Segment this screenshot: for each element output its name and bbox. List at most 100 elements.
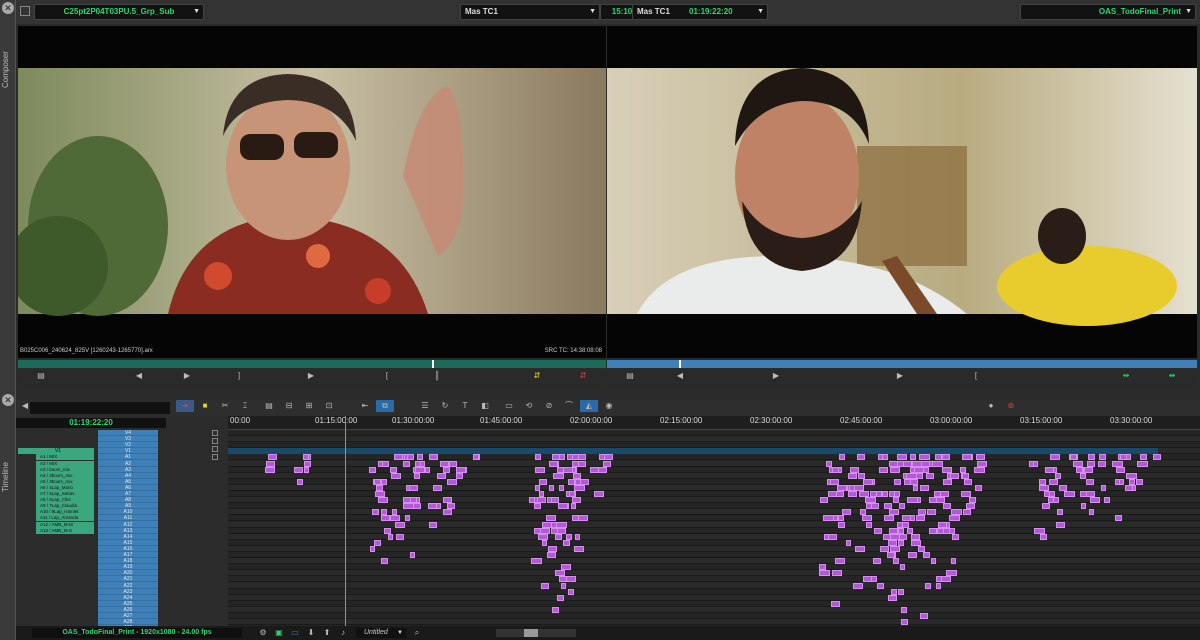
audio-clip[interactable] [889, 545, 900, 552]
audio-clip[interactable] [950, 558, 957, 565]
audio-clip[interactable] [936, 582, 942, 589]
record-track-a17[interactable]: A17 [98, 552, 158, 558]
audio-clip[interactable] [384, 527, 392, 534]
audio-clip[interactable] [976, 454, 986, 461]
audio-clip[interactable] [835, 491, 844, 497]
audio-clip[interactable] [409, 552, 415, 558]
composer-side-tab[interactable]: ✕ Composer [0, 0, 16, 392]
audio-clip[interactable] [1041, 503, 1050, 510]
step-forward-icon[interactable]: ▶ [178, 370, 196, 382]
audio-clip[interactable] [406, 454, 414, 461]
audio-clip[interactable] [574, 545, 584, 552]
audio-icon[interactable]: ♪ [334, 627, 352, 639]
source-track-v1[interactable]: V1 [18, 448, 94, 455]
record-track-a23[interactable]: A23 [98, 589, 158, 595]
audio-clip[interactable] [303, 466, 310, 473]
audio-clip[interactable] [960, 491, 972, 497]
audio-clip[interactable] [848, 491, 858, 497]
audio-clip[interactable] [1136, 478, 1143, 485]
add-edit-icon[interactable]: ⊞ [300, 400, 318, 412]
audio-clip[interactable] [1076, 466, 1083, 473]
audio-clip[interactable] [417, 454, 424, 461]
audio-clip[interactable] [872, 558, 882, 565]
record-track-a12[interactable]: A12 [98, 522, 158, 528]
audio-clip[interactable] [1044, 491, 1050, 497]
audio-clip[interactable] [830, 478, 839, 485]
record-track-a8[interactable]: A8 [98, 497, 158, 504]
audio-clip[interactable] [1125, 472, 1137, 479]
audio-clip[interactable] [897, 454, 907, 461]
source-audio-track[interactable]: A7 / 5Lap_Sebas [36, 491, 94, 497]
audio-clip[interactable] [381, 460, 389, 467]
record-track-v3[interactable]: V3 [98, 436, 158, 443]
audio-clip[interactable] [928, 527, 938, 534]
audio-clip[interactable] [549, 460, 558, 467]
source-audio-track[interactable]: A5 / 3boom_mix [36, 478, 94, 485]
audio-clip[interactable] [823, 515, 834, 522]
audio-clip[interactable] [938, 521, 947, 528]
audio-clip[interactable] [473, 454, 480, 461]
timeline-lane[interactable] [228, 460, 1200, 467]
audio-clip[interactable] [975, 484, 982, 491]
audio-clip[interactable] [932, 460, 944, 467]
eye-icon[interactable]: ◉ [600, 400, 618, 412]
match-frame-icon[interactable]: ⊟ [280, 400, 298, 412]
audio-clip[interactable] [888, 527, 898, 534]
audio-clip[interactable] [533, 503, 541, 510]
audio-clip[interactable] [888, 594, 897, 601]
audio-clip[interactable] [935, 497, 946, 504]
audio-clip[interactable] [883, 515, 895, 522]
audio-clip[interactable] [1056, 509, 1063, 516]
audio-clip[interactable] [889, 533, 900, 540]
audio-clip[interactable] [941, 576, 951, 583]
audio-clip[interactable] [849, 466, 859, 473]
audio-clip[interactable] [571, 454, 579, 461]
audio-clip[interactable] [1058, 484, 1067, 491]
timeline-area[interactable]: 00:00 01:15:00:00 01:30:00:00 01:45:00:00 02… [228, 416, 1200, 626]
audio-clip[interactable] [820, 497, 829, 504]
audio-clip[interactable] [556, 521, 567, 528]
audio-clip[interactable] [819, 570, 830, 577]
audio-clip[interactable] [446, 503, 456, 510]
record-track-a18[interactable]: A18 [98, 558, 158, 565]
audio-clip[interactable] [909, 478, 918, 485]
audio-clip[interactable] [545, 515, 556, 522]
audio-clip[interactable] [907, 497, 918, 504]
audio-clip[interactable] [456, 466, 466, 473]
sliders-icon[interactable]: ☰ [416, 400, 434, 412]
audio-clip[interactable] [572, 460, 579, 467]
audio-clip[interactable] [941, 454, 950, 461]
audio-clip[interactable] [456, 472, 463, 479]
track-lock-column[interactable] [212, 430, 220, 460]
audio-clip[interactable] [436, 472, 446, 479]
audio-clip[interactable] [918, 509, 927, 516]
audio-clip[interactable] [1086, 460, 1096, 467]
audio-clip[interactable] [949, 527, 955, 534]
top-icon[interactable]: ⇤ [356, 400, 374, 412]
timeline-lane[interactable] [228, 558, 1200, 565]
grid-icon[interactable] [20, 6, 30, 16]
timeline-lane[interactable] [228, 582, 1200, 589]
mark-clip-icon[interactable]: ║ [428, 370, 446, 382]
audio-clip[interactable] [889, 460, 898, 467]
audio-clip[interactable] [888, 539, 897, 546]
record-position-bar[interactable] [607, 360, 1197, 368]
audio-clip[interactable] [574, 533, 580, 540]
audio-clip[interactable] [879, 466, 889, 473]
audio-clip[interactable] [818, 564, 826, 571]
audio-clip[interactable] [541, 582, 549, 589]
audio-clip[interactable] [896, 521, 904, 528]
audio-clip[interactable] [949, 472, 960, 479]
audio-clip[interactable] [934, 454, 942, 461]
audio-clip[interactable] [1115, 466, 1125, 473]
audio-clip[interactable] [976, 460, 987, 467]
source-position-indicator[interactable] [432, 360, 434, 368]
audio-clip[interactable] [901, 515, 911, 522]
mark-in-icon[interactable]: [ [967, 370, 985, 382]
audio-clip[interactable] [1063, 491, 1075, 497]
record-sequence-menu[interactable]: OAS_TodoFinal_Print ▼ [1020, 4, 1196, 20]
source-monitor[interactable]: B025C006_240624_825V [1260243-1265770].a… [18, 26, 606, 358]
audio-clip[interactable] [571, 503, 577, 510]
audio-clip[interactable] [874, 527, 883, 534]
audio-clip[interactable] [568, 478, 575, 485]
